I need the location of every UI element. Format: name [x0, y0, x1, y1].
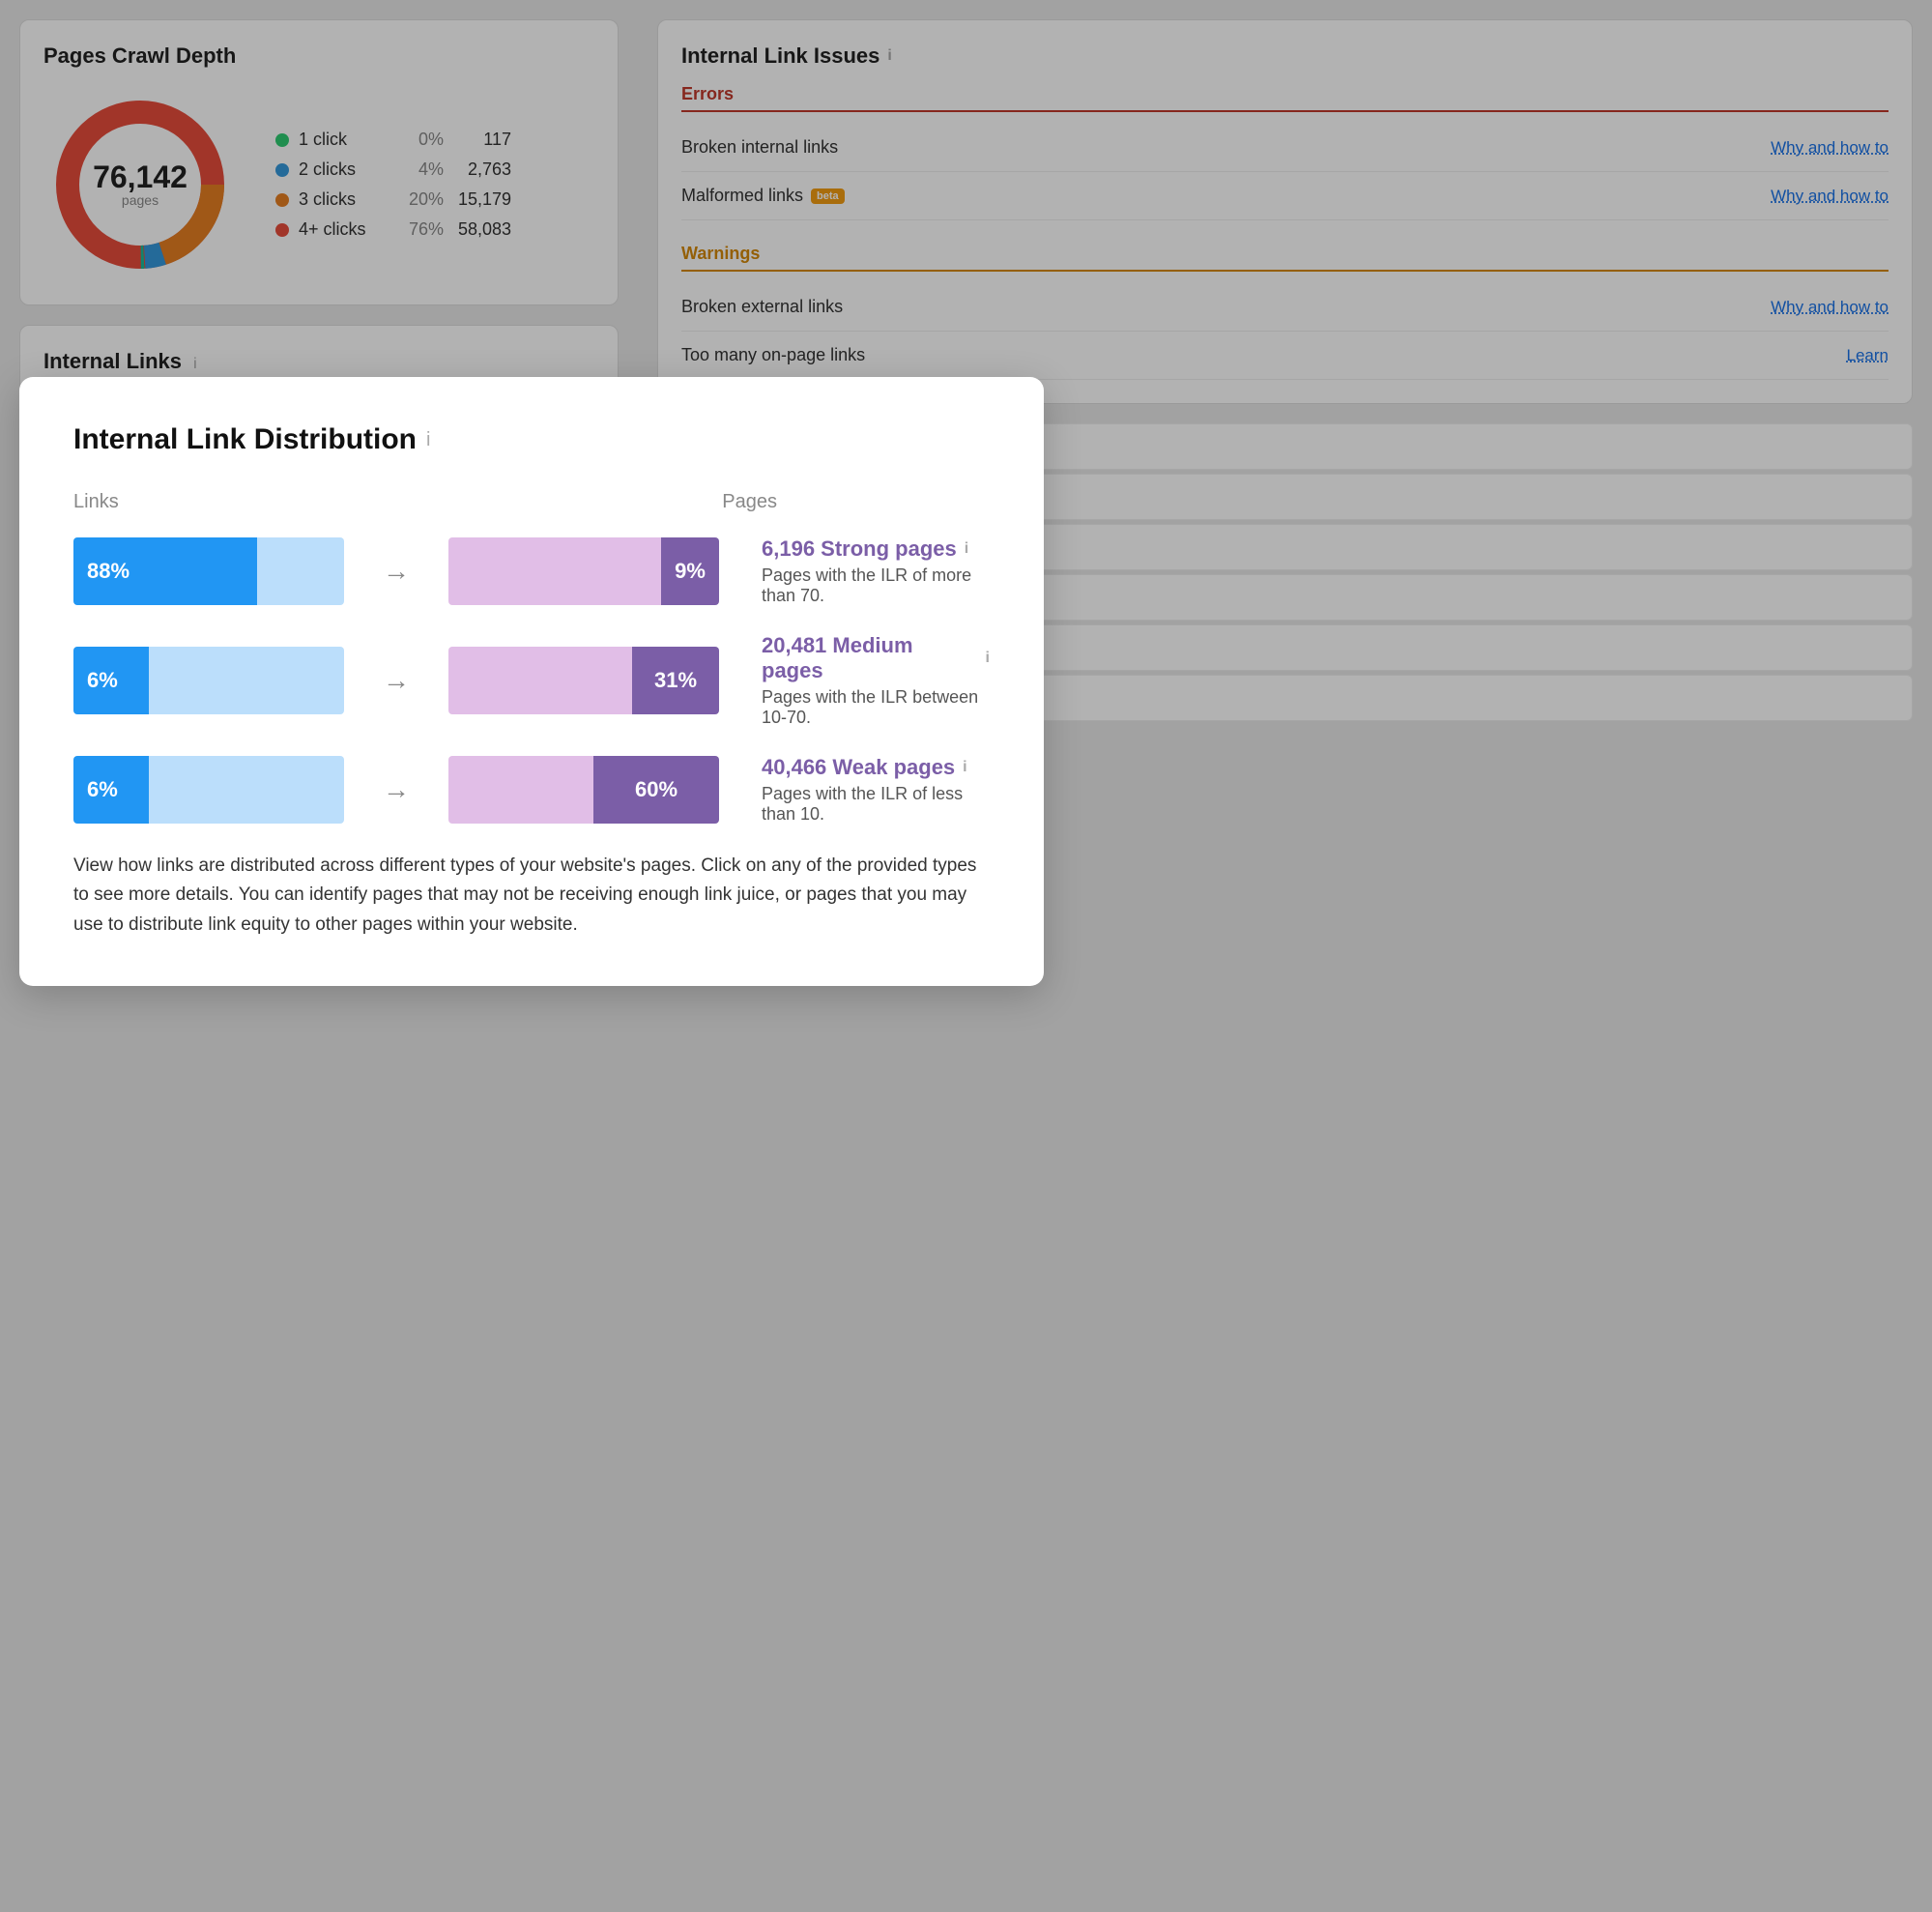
page-label-medium: 20,481 Medium pages i Pages with the ILR…: [762, 633, 990, 728]
weak-pages-title: 40,466 Weak pages i: [762, 755, 990, 780]
arrow-medium: →: [367, 665, 425, 696]
arrow-strong: →: [367, 556, 425, 587]
page-bar-strong: 9%: [448, 537, 719, 605]
strong-pages-desc: Pages with the ILR of more than 70.: [762, 565, 990, 606]
dist-row-medium[interactable]: 6% → 31% 20,481 Medium pages i Pages wit…: [73, 633, 990, 728]
page-label-strong: 6,196 Strong pages i Pages with the ILR …: [762, 536, 990, 606]
dist-row-weak[interactable]: 6% → 60% 40,466 Weak pages i Pages with …: [73, 755, 990, 825]
link-pct-weak: 6%: [87, 777, 118, 802]
pages-header: Pages: [722, 491, 777, 513]
link-pct-medium: 6%: [87, 668, 118, 693]
link-bar-weak: 6%: [73, 756, 344, 824]
page-pct-medium: 31%: [654, 668, 697, 693]
page-bar-weak: 60%: [448, 756, 719, 824]
link-bar-empty-strong: [257, 537, 344, 605]
page-bar-filled-medium: 31%: [632, 647, 719, 714]
arrow-weak: →: [367, 774, 425, 805]
link-bar-medium: 6%: [73, 647, 344, 714]
page-bar-filled-weak: 60%: [593, 756, 719, 824]
weak-info-icon: i: [963, 759, 966, 776]
page-label-weak: 40,466 Weak pages i Pages with the ILR o…: [762, 755, 990, 825]
weak-pages-desc: Pages with the ILR of less than 10.: [762, 784, 990, 825]
medium-pages-desc: Pages with the ILR between 10-70.: [762, 687, 990, 728]
link-bar-filled-strong: 88%: [73, 537, 257, 605]
link-bar-empty-weak: [149, 756, 344, 824]
modal-info-icon: i: [426, 429, 430, 451]
page-bar-light-medium: [448, 647, 632, 714]
modal-description: View how links are distributed across di…: [73, 852, 990, 940]
medium-info-icon: i: [986, 650, 990, 667]
link-bar-strong: 88%: [73, 537, 344, 605]
modal-title: Internal Link Distribution i: [73, 423, 990, 456]
dist-row-strong[interactable]: 88% → 9% 6,196 Strong pages i Pages with…: [73, 536, 990, 606]
link-pct-strong: 88%: [87, 559, 130, 584]
strong-info-icon: i: [965, 540, 968, 558]
page-pct-weak: 60%: [635, 777, 678, 802]
link-bar-filled-weak: 6%: [73, 756, 149, 824]
page-bar-medium: 31%: [448, 647, 719, 714]
medium-pages-title: 20,481 Medium pages i: [762, 633, 990, 683]
distribution-modal: Internal Link Distribution i Links Pages…: [19, 377, 1044, 986]
page-bar-filled-strong: 9%: [661, 537, 719, 605]
distribution-headers: Links Pages: [73, 491, 990, 513]
links-header: Links: [73, 491, 363, 513]
link-bar-empty-medium: [149, 647, 344, 714]
page-bar-light-strong: [448, 537, 661, 605]
page-pct-strong: 9%: [675, 559, 706, 584]
link-bar-filled-medium: 6%: [73, 647, 149, 714]
page-bar-light-weak: [448, 756, 593, 824]
strong-pages-title: 6,196 Strong pages i: [762, 536, 990, 562]
